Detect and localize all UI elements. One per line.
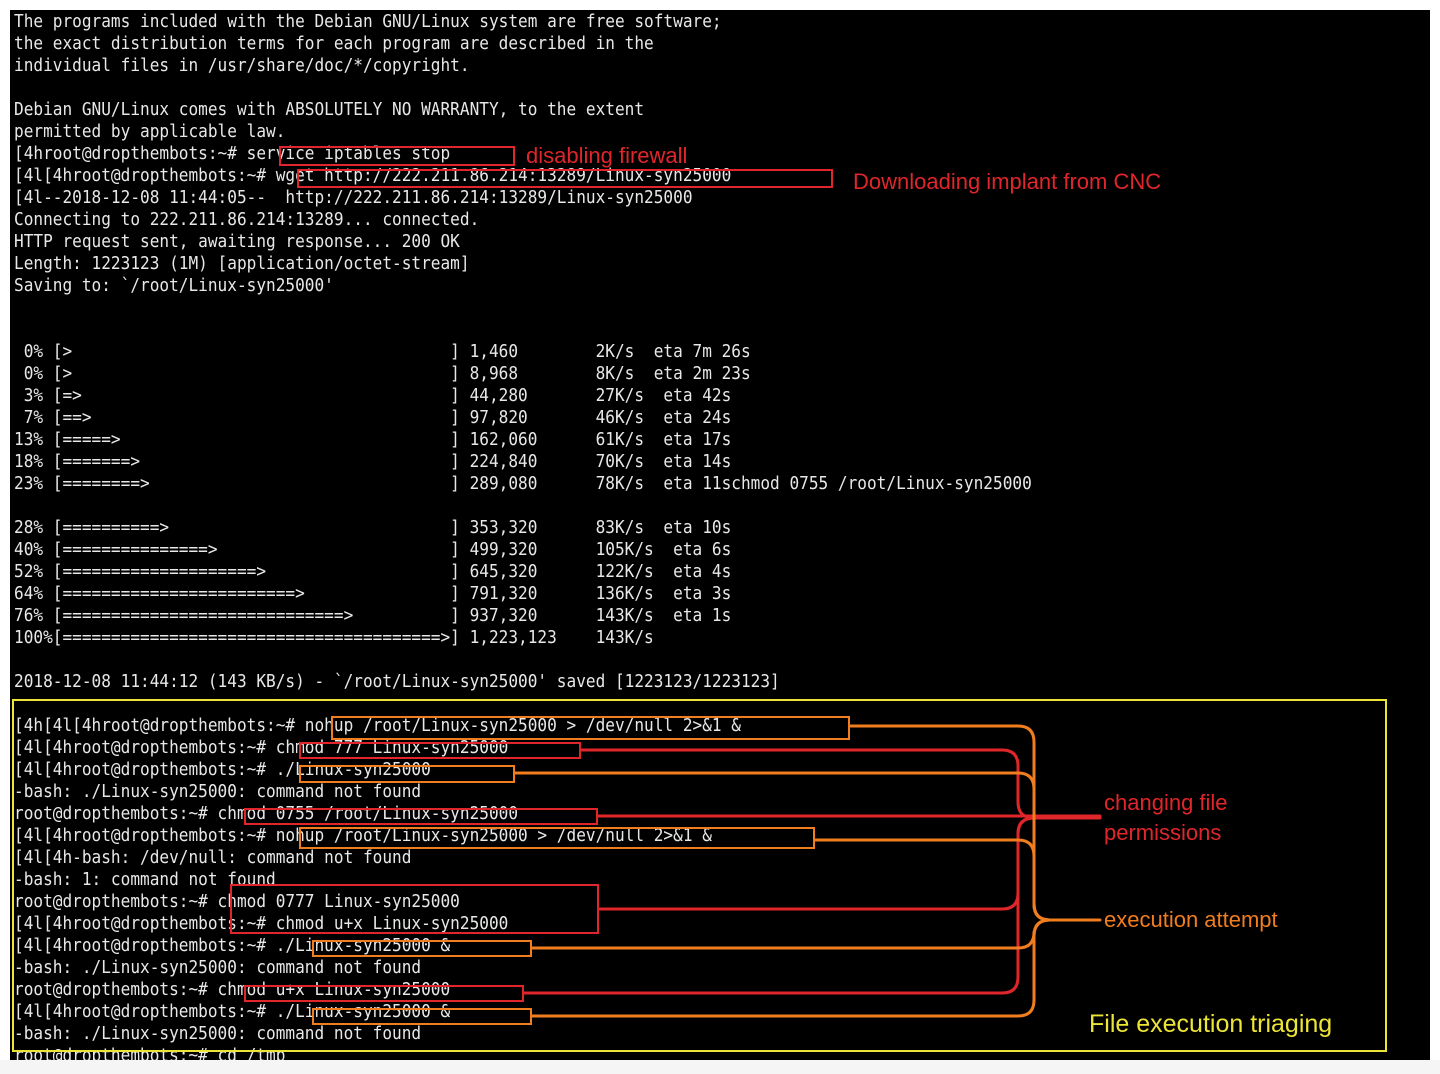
label-changing-file: changing file — [1104, 790, 1228, 815]
connector-exec-3 — [530, 918, 1052, 1018]
label-execution-attempt: execution attempt — [1104, 907, 1278, 932]
label-permissions: permissions — [1104, 820, 1222, 845]
connector-nohup-1 — [848, 724, 1102, 922]
connector-exec-1 — [513, 771, 1052, 922]
label-disabling-firewall: disabling firewall — [526, 143, 688, 168]
connector-chmod-uplusx — [522, 816, 1036, 995]
connector-chmod-0777 — [597, 816, 1036, 911]
label-downloading-implant: Downloading implant from CNC — [853, 169, 1162, 194]
label-file-execution-triaging: File execution triaging — [1089, 1010, 1333, 1038]
connector-chmod-777 — [579, 748, 1102, 820]
connector-exec-2 — [530, 918, 1052, 950]
